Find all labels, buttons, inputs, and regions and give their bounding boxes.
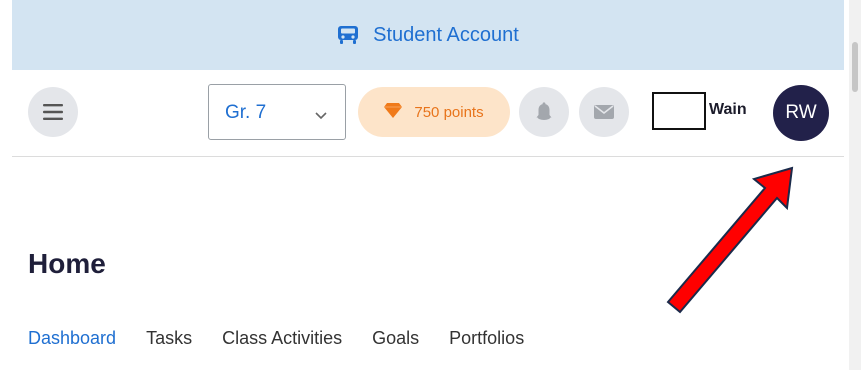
page: Student Account Gr. 7 750 points Wain RW… [0, 0, 861, 370]
mail-icon [594, 105, 614, 119]
avatar-initials: RW [785, 102, 817, 123]
tab-dashboard[interactable]: Dashboard [28, 328, 116, 349]
hamburger-menu-icon [43, 104, 63, 120]
grade-select-value: Gr. 7 [225, 102, 267, 123]
banner-label: Student Account [373, 23, 519, 46]
points-label: 750 points [414, 103, 484, 121]
messages-button[interactable] [579, 87, 629, 137]
user-name: Wain [709, 101, 747, 118]
grade-select[interactable]: Gr. 7 [208, 84, 346, 140]
gem-icon [384, 102, 403, 122]
points-badge[interactable]: 750 points [358, 87, 510, 137]
hamburger-menu-button[interactable] [28, 87, 78, 137]
student-account-banner: Student Account [12, 0, 844, 70]
scrollbar-thumb[interactable] [852, 42, 858, 92]
bell-icon [536, 102, 552, 120]
top-header: Gr. 7 750 points Wain RW [12, 70, 844, 157]
home-tabs: Dashboard Tasks Class Activities Goals P… [28, 328, 554, 349]
bus-icon [337, 25, 359, 45]
chevron-down-icon [315, 107, 327, 125]
scrollbar[interactable] [849, 0, 861, 370]
red-arrow-pointer-icon [666, 166, 794, 314]
tab-portfolios[interactable]: Portfolios [449, 328, 524, 349]
redacted-name-box [652, 92, 706, 130]
page-title: Home [28, 248, 106, 279]
tab-goals[interactable]: Goals [372, 328, 419, 349]
tab-tasks[interactable]: Tasks [146, 328, 192, 349]
notifications-button[interactable] [519, 87, 569, 137]
user-avatar[interactable]: RW [773, 85, 829, 141]
tab-class-activities[interactable]: Class Activities [222, 328, 342, 349]
